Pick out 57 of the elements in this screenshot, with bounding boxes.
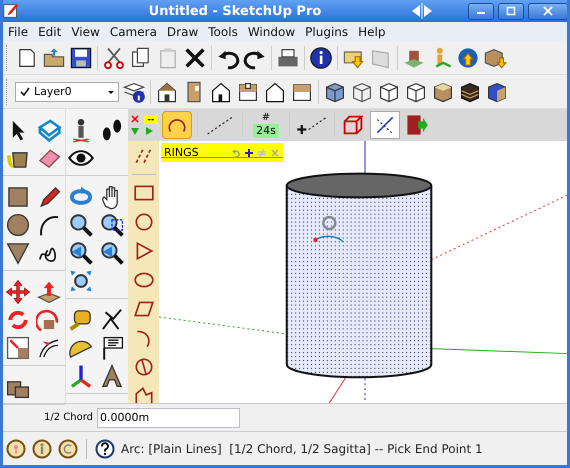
filled-circle-icon[interactable] <box>5 212 31 238</box>
arc-tool-button[interactable] <box>162 111 192 139</box>
layer-name: Layer0 <box>34 85 73 98</box>
left-right-arrows-icon[interactable] <box>410 3 434 19</box>
measurement-field[interactable]: 0.0000m <box>97 408 240 428</box>
crossed-lines-icon <box>374 114 396 136</box>
menu-item[interactable]: Draw <box>162 24 204 38</box>
segments-count: 24s <box>253 124 279 138</box>
menu-item[interactable]: File <box>3 24 34 38</box>
globe-icon[interactable] <box>456 46 480 70</box>
status-text: Arc: [Plain Lines] [1/2 Chord, 1/2 Sagitta] -- Pick End Point 1 <box>121 442 483 456</box>
plus-icon[interactable] <box>244 148 254 158</box>
close-icon <box>543 6 553 16</box>
menu-item[interactable]: View <box>66 24 105 38</box>
menu-item[interactable]: Plugins <box>300 24 354 38</box>
layer-dropdown[interactable]: Layer0 <box>15 82 119 102</box>
pencil-page-icon <box>3 2 20 20</box>
hash-symbol: # <box>262 112 270 124</box>
segments-button[interactable]: # 24s <box>248 112 284 138</box>
circle-outline-icon[interactable] <box>132 211 154 233</box>
dash-toggle[interactable]: -- <box>144 114 158 124</box>
maximize-icon <box>506 6 516 16</box>
info-icon[interactable] <box>309 46 333 70</box>
menu-item[interactable]: Help <box>353 24 390 38</box>
magnifier-icon[interactable] <box>68 212 94 238</box>
panel-title: RINGS <box>164 146 200 159</box>
offset-icon[interactable] <box>5 335 31 361</box>
magnifier-extents-icon[interactable] <box>68 268 94 294</box>
arc-cursor-icon[interactable] <box>313 216 344 242</box>
box-outline-icon[interactable] <box>36 117 62 143</box>
circle-slash-outline-icon[interactable] <box>132 356 154 378</box>
folder-icon[interactable] <box>42 46 66 70</box>
polygon-outline-icon[interactable] <box>132 385 154 403</box>
minimize-button[interactable] <box>468 2 494 20</box>
menu-item[interactable]: Edit <box>33 24 66 38</box>
close-icon[interactable] <box>270 148 280 158</box>
line-tool-button[interactable] <box>370 111 400 139</box>
move-arrows-icon[interactable] <box>5 279 31 305</box>
axes-icon[interactable] <box>68 363 94 389</box>
window-title: Untitled - SketchUp Pro <box>148 4 322 18</box>
magnifier-arrow-icon[interactable] <box>99 240 125 266</box>
3d-letter-icon[interactable] <box>99 363 125 389</box>
magnifier-window-icon[interactable] <box>99 212 125 238</box>
close-button[interactable] <box>528 2 567 20</box>
x-icon[interactable] <box>183 46 207 70</box>
help-icon[interactable] <box>95 438 115 458</box>
measurement-label: 1/2 Chord <box>43 412 94 423</box>
z-axis-line <box>364 378 366 403</box>
close-icon[interactable] <box>130 114 140 124</box>
checkmark-icon <box>20 86 30 96</box>
menu-item[interactable]: Camera <box>104 24 162 38</box>
magnifier-arrow-icon[interactable] <box>68 240 94 266</box>
scissors-icon[interactable] <box>102 46 126 70</box>
push-pull-icon[interactable] <box>36 279 62 305</box>
menu-item[interactable]: Tools <box>203 24 243 38</box>
maximize-button[interactable] <box>498 2 524 20</box>
menu-item[interactable]: Window <box>242 24 300 38</box>
